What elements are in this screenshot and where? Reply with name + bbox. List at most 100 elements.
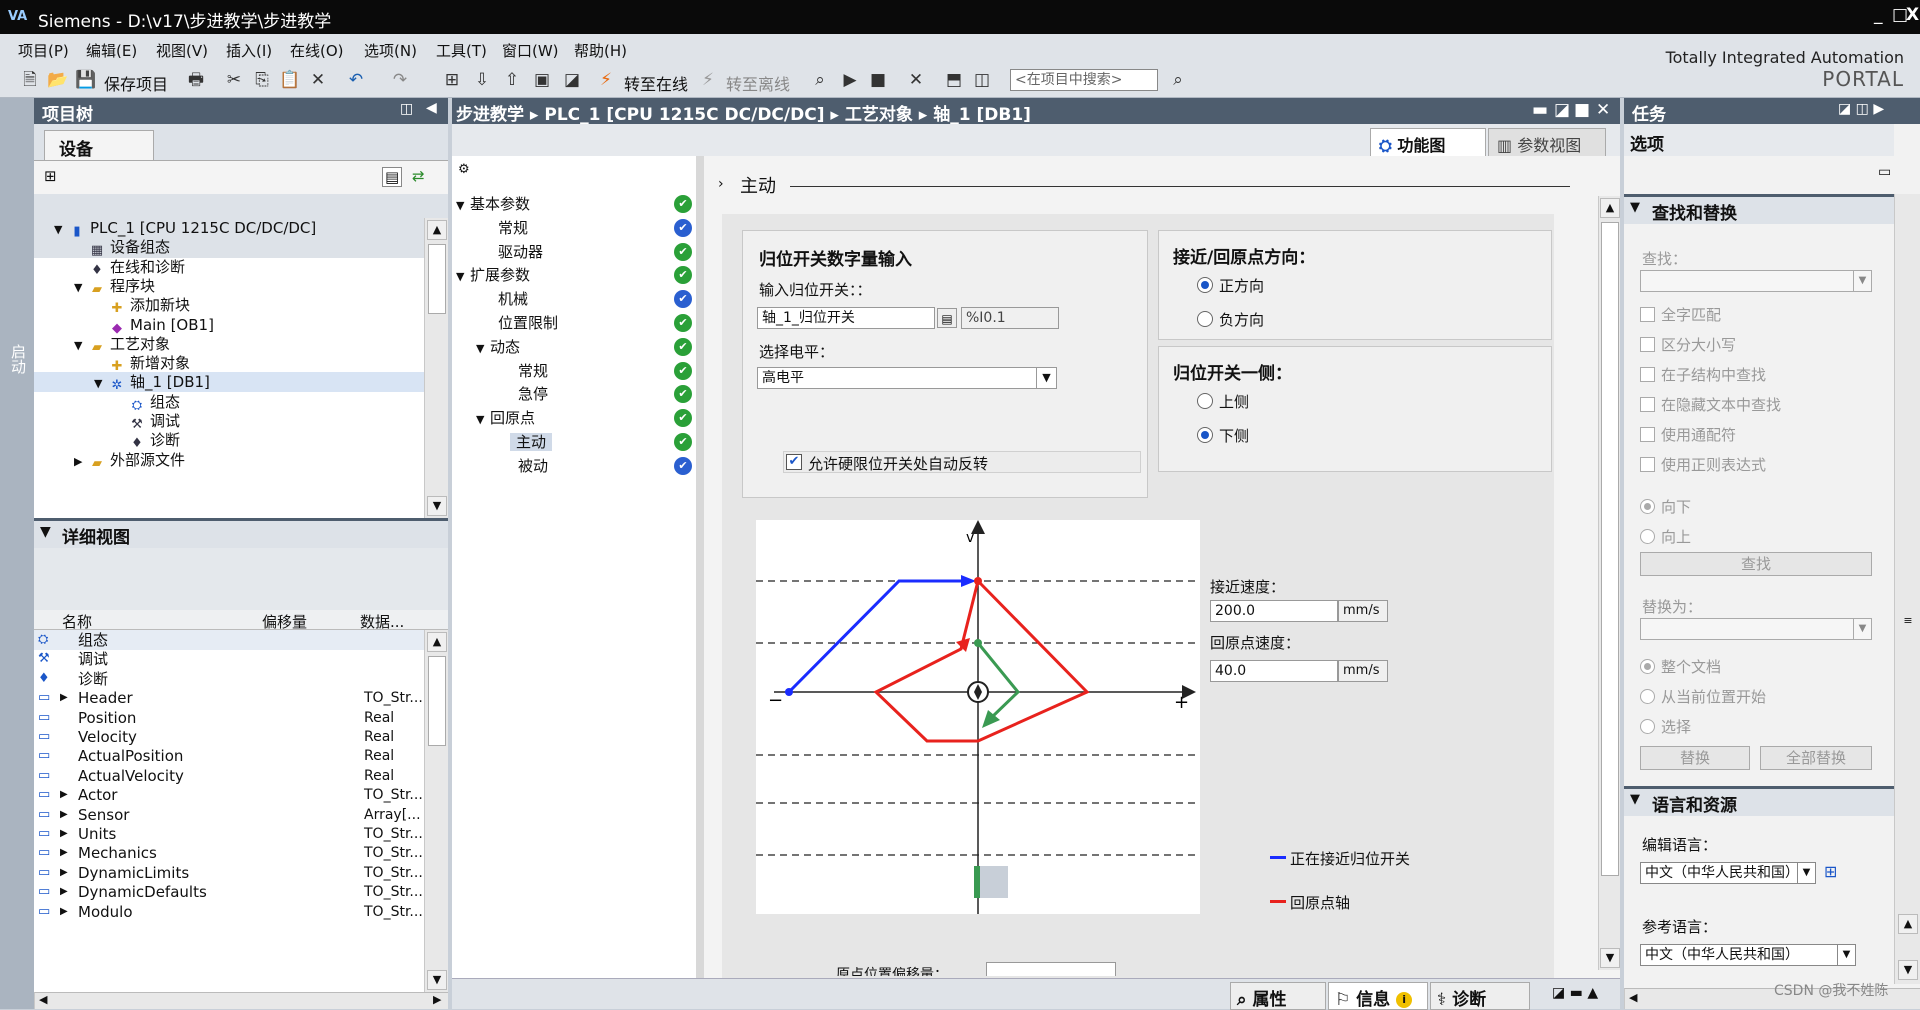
delete-icon[interactable]: ✕: [306, 68, 330, 92]
tree-item[interactable]: ▦ 设备组态: [74, 237, 170, 258]
dropdown-arrow-icon[interactable]: ▼: [1853, 619, 1871, 639]
start-cpu-icon[interactable]: ▶: [838, 68, 862, 92]
menu-insert[interactable]: 插入(I): [226, 40, 272, 61]
tree-item[interactable]: ✚ 新增对象: [94, 353, 190, 374]
panel-pin-icon[interactable]: ◫: [400, 101, 413, 117]
homing-speed-input[interactable]: 40.0: [1210, 660, 1338, 682]
save-project-button[interactable]: 保存项目: [104, 71, 168, 95]
chevron-down-icon[interactable]: ▼: [54, 220, 68, 240]
simulation-icon[interactable]: ▣: [530, 68, 554, 92]
tasks-scrollbar[interactable]: ≡ ▲ ▼: [1894, 194, 1920, 984]
replace-all-button[interactable]: 全部替换: [1760, 746, 1872, 770]
replace-input[interactable]: ▼: [1640, 618, 1872, 640]
approach-speed-input[interactable]: 200.0: [1210, 600, 1338, 622]
detail-row[interactable]: ▭ ▶ DynamicDefaults TO_Str...: [34, 882, 424, 902]
detail-row[interactable]: ▭ ▶ DynamicLimits TO_Str...: [34, 863, 424, 883]
level-select[interactable]: 高电平 ▼: [757, 367, 1057, 389]
chevron-right-icon[interactable]: ▶: [74, 452, 88, 472]
chevron-right-icon[interactable]: ▶: [60, 902, 68, 922]
tree-item[interactable]: ♦ 诊断: [114, 430, 180, 451]
scroll-thumb[interactable]: [428, 244, 446, 314]
find-option-checkbox[interactable]: [1640, 457, 1655, 472]
stop-cpu-icon[interactable]: ■: [866, 68, 890, 92]
undo-icon[interactable]: ↶: [344, 68, 368, 92]
detail-row[interactable]: ▭ ▶ Sensor Array[...: [34, 805, 424, 825]
chevron-down-icon[interactable]: ▼: [456, 194, 470, 218]
find-option[interactable]: 在子结构中查找: [1640, 364, 1766, 385]
chevron-right-icon[interactable]: ▶: [60, 824, 68, 844]
nav-item[interactable]: ▼ 基本参数: [456, 192, 530, 216]
scroll-right-icon[interactable]: ▶: [433, 993, 441, 1006]
tab-function-view[interactable]: ⛭ 功能图: [1370, 128, 1486, 156]
chevron-right-icon[interactable]: ▶: [60, 843, 68, 863]
tree-item[interactable]: ▼ ✲ 轴_1 [DB1]: [34, 372, 424, 393]
radio-negative[interactable]: [1197, 311, 1213, 327]
new-project-icon[interactable]: 🗎: [18, 68, 42, 92]
chevron-right-icon[interactable]: ▶: [60, 882, 68, 902]
tab-properties[interactable]: ⌕ 属性: [1230, 982, 1326, 1010]
scroll-up-icon[interactable]: ▲: [427, 632, 447, 652]
homing-switch-input[interactable]: 轴_1_归位开关: [757, 307, 935, 329]
find-button[interactable]: 查找: [1640, 552, 1872, 576]
detail-row[interactable]: ▭ Velocity Real: [34, 727, 424, 747]
find-option-checkbox[interactable]: [1640, 367, 1655, 382]
tab-param-view[interactable]: ▥ 参数视图: [1488, 128, 1606, 156]
ref-lang-select[interactable]: 中文（中华人民共和国） ▼: [1640, 944, 1856, 966]
nav-item[interactable]: 急停: [496, 382, 548, 406]
menu-help[interactable]: 帮助(H): [574, 40, 627, 61]
chevron-right-icon[interactable]: ▶: [60, 805, 68, 825]
menu-project[interactable]: 项目(P): [18, 40, 69, 61]
go-online-button[interactable]: 转至在线: [624, 71, 688, 95]
find-option[interactable]: 使用正则表达式: [1640, 454, 1766, 475]
redo-icon[interactable]: ↷: [388, 68, 412, 92]
find-option-checkbox[interactable]: [1640, 307, 1655, 322]
col-name[interactable]: 名称: [62, 611, 92, 632]
scroll-left-icon[interactable]: ◀: [1629, 991, 1637, 1004]
menu-options[interactable]: 选项(N): [364, 40, 417, 61]
find-option-checkbox[interactable]: [1640, 397, 1655, 412]
tag-browse-icon[interactable]: ▤: [937, 308, 957, 328]
offset-input[interactable]: [986, 962, 1116, 976]
tree-item[interactable]: ◆ Main [OB1]: [94, 315, 214, 336]
editor-float-icon[interactable]: ◪: [1554, 100, 1570, 120]
go-offline-icon[interactable]: ⚡: [696, 68, 720, 92]
radio-lower[interactable]: [1197, 427, 1213, 443]
split-horizontal-icon[interactable]: ⬒: [942, 68, 966, 92]
radio-down[interactable]: [1640, 499, 1655, 514]
detail-row[interactable]: ▭ ▶ Modulo TO_Str...: [34, 902, 424, 922]
tree-item[interactable]: ⛭ 组态: [114, 392, 180, 413]
nav-item[interactable]: 驱动器: [476, 240, 543, 264]
tree-list-icon[interactable]: ▤: [382, 167, 403, 187]
scroll-up-icon[interactable]: ▲: [1898, 914, 1918, 934]
go-online-icon[interactable]: ⚡: [594, 68, 618, 92]
save-icon[interactable]: 💾: [74, 68, 98, 92]
nav-item[interactable]: 常规: [496, 359, 548, 383]
find-option[interactable]: 使用通配符: [1640, 424, 1736, 445]
radio-whole-doc[interactable]: [1640, 659, 1655, 674]
scroll-up-icon[interactable]: ▲: [427, 220, 447, 240]
find-option[interactable]: 区分大小写: [1640, 334, 1736, 355]
detail-row[interactable]: ▭ ▶ Actor TO_Str...: [34, 785, 424, 805]
chevron-down-icon[interactable]: ▼: [74, 278, 88, 298]
detail-row[interactable]: ▭ ▶ Mechanics TO_Str...: [34, 843, 424, 863]
breadcrumb-item[interactable]: 轴_1 [DB1]: [933, 105, 1031, 125]
edit-lang-select[interactable]: 中文（中华人民共和国） ▼: [1640, 862, 1816, 884]
detail-row[interactable]: ⛭ 组态: [34, 630, 424, 650]
chevron-right-icon[interactable]: ▶: [60, 863, 68, 883]
scroll-down-icon[interactable]: ▼: [427, 970, 447, 990]
collapse-left-icon[interactable]: ◀: [426, 100, 437, 116]
menu-edit[interactable]: 编辑(E): [86, 40, 137, 61]
col-datatype[interactable]: 数据...: [360, 611, 404, 632]
nav-item[interactable]: ▼ 动态: [476, 335, 520, 359]
scroll-down-icon[interactable]: ▼: [1600, 948, 1620, 968]
find-option-checkbox[interactable]: [1640, 427, 1655, 442]
print-icon[interactable]: 🖶: [184, 68, 208, 92]
direction-down[interactable]: 向下: [1640, 496, 1691, 517]
dropdown-arrow-icon[interactable]: ▼: [1036, 368, 1056, 388]
tree-item[interactable]: ▼ ▮ PLC_1 [CPU 1215C DC/DC/DC]: [54, 218, 316, 240]
chevron-down-icon[interactable]: ▼: [40, 524, 51, 540]
direction-up[interactable]: 向上: [1640, 526, 1691, 547]
project-tree-scrollbar[interactable]: ▲ ▼: [424, 218, 448, 518]
monitor-icon[interactable]: ◪: [560, 68, 584, 92]
menu-window[interactable]: 窗口(W): [502, 40, 559, 61]
